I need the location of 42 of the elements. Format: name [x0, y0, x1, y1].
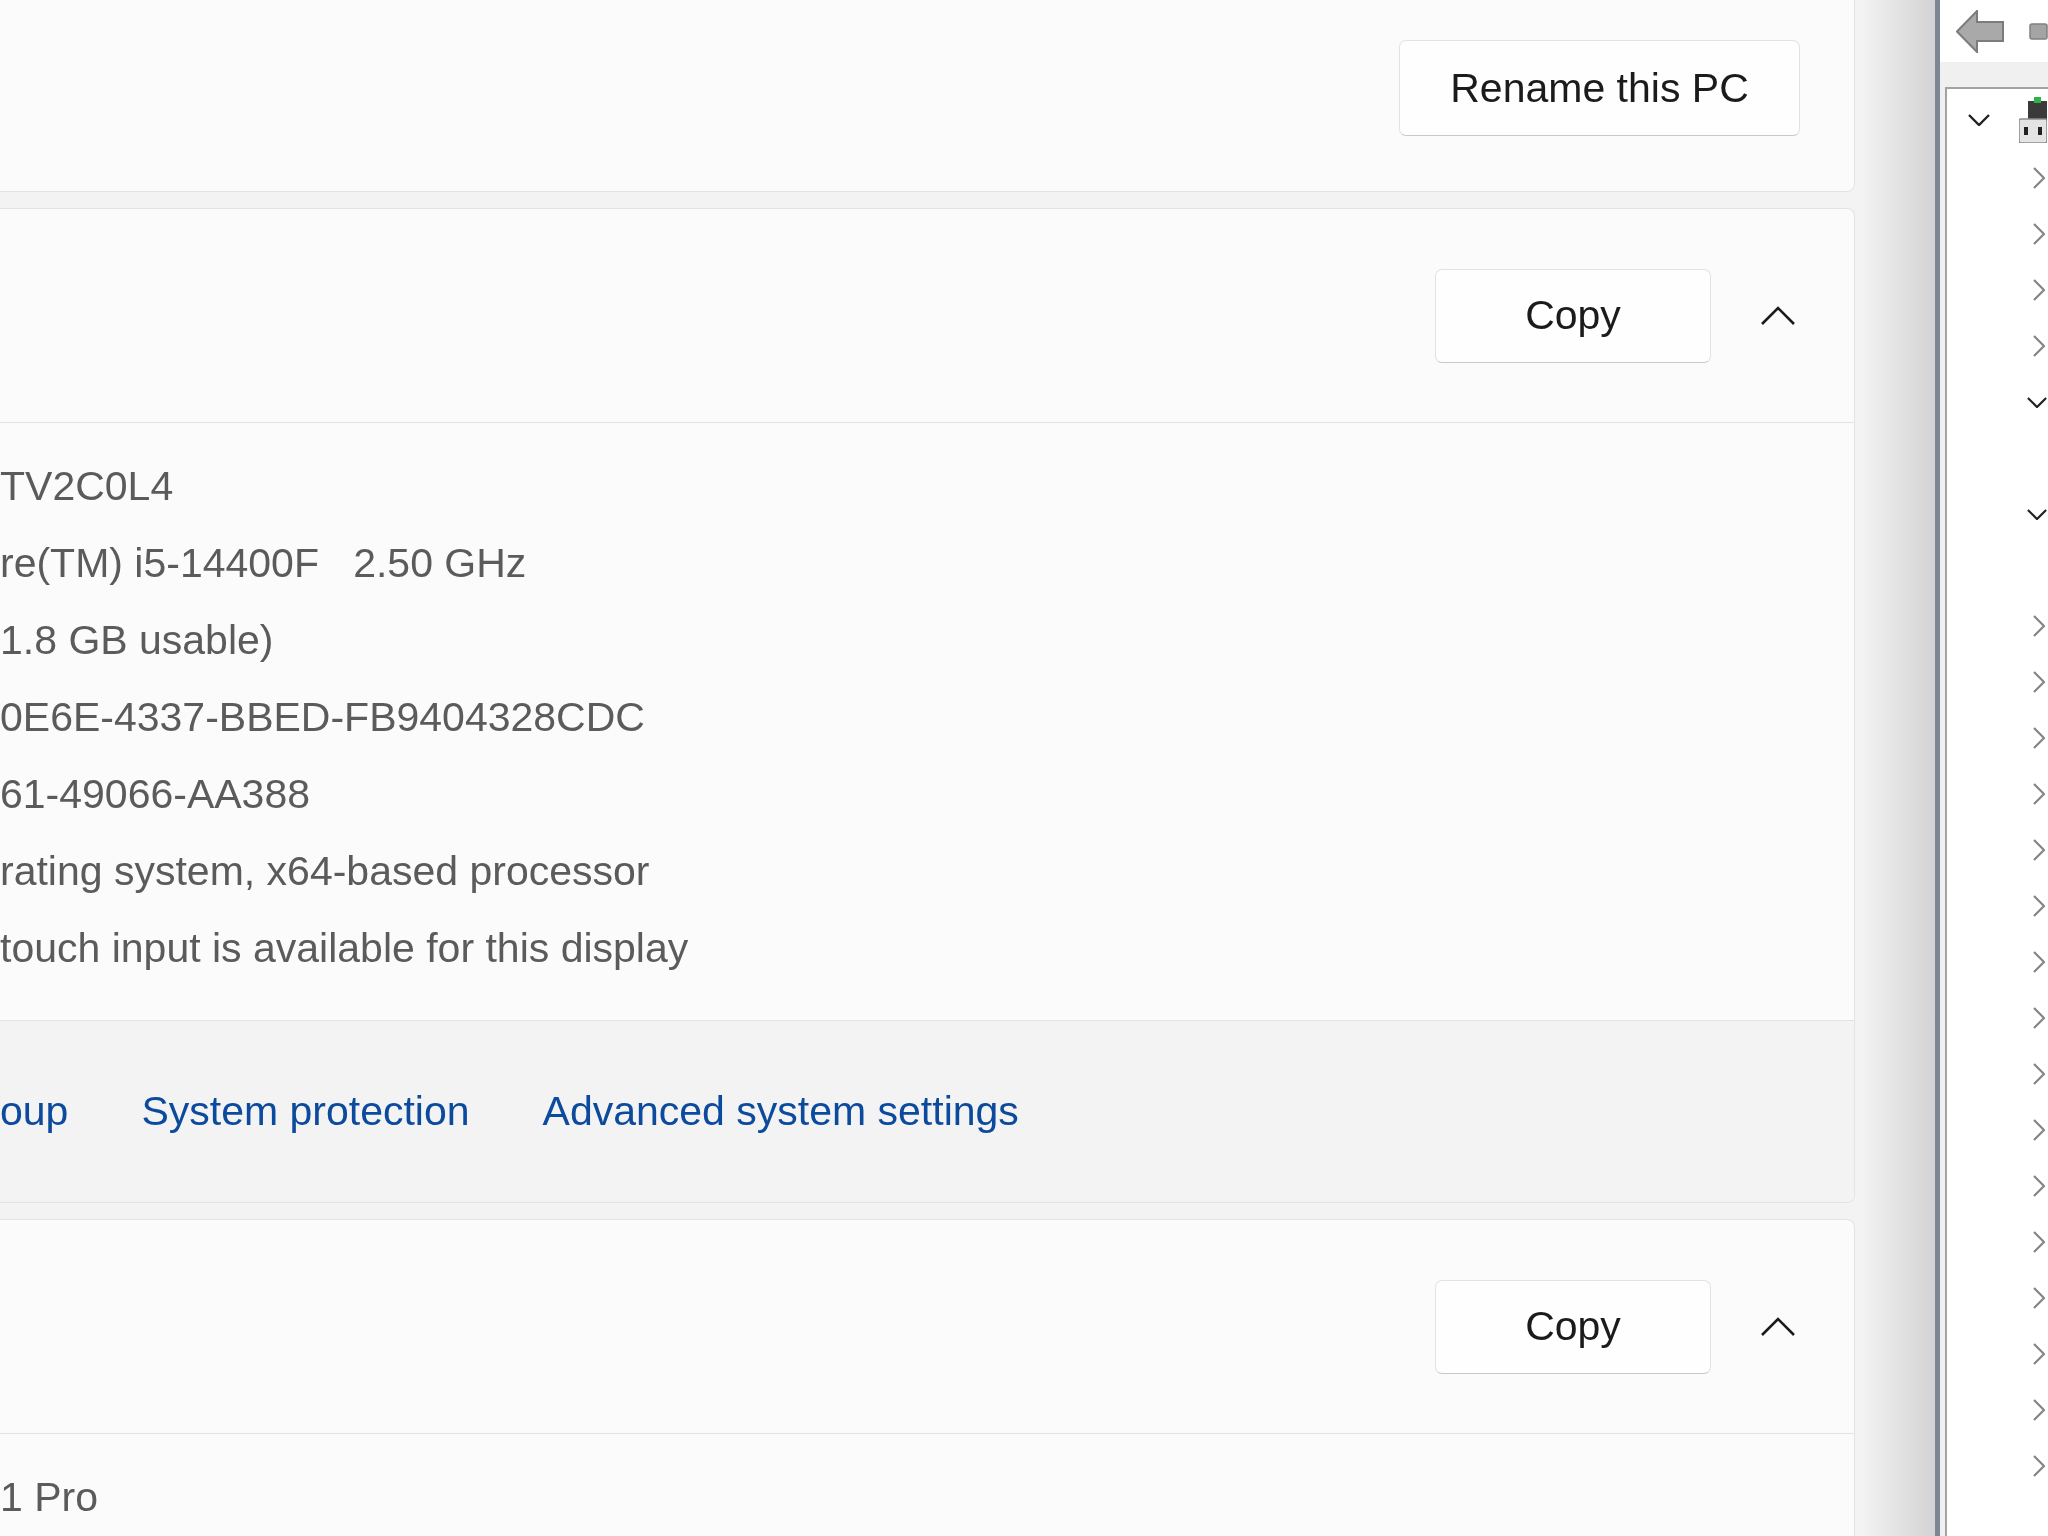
chevron-right-icon[interactable] — [2033, 1119, 2045, 1141]
chevron-right-icon[interactable] — [2033, 1343, 2045, 1365]
related-link[interactable]: Advanced system settings — [542, 1088, 1019, 1135]
copy-button[interactable]: Copy — [1435, 1279, 1711, 1374]
spec-value: 61-49066-AA388 — [0, 770, 311, 819]
spec-value: touch input is available for this display — [0, 924, 689, 973]
copy-button[interactable]: Copy — [1435, 268, 1711, 363]
chevron-right-icon[interactable] — [2033, 783, 2045, 805]
chevron-right-icon[interactable] — [2033, 1063, 2045, 1085]
chevron-right-icon[interactable] — [2033, 671, 2045, 693]
chevron-right-icon[interactable] — [2033, 839, 2045, 861]
chevron-right-icon[interactable] — [2033, 167, 2045, 189]
spec-value: 1.8 GB usable) — [0, 616, 274, 665]
spec-value: rating system, x64-based processor — [0, 847, 650, 896]
chevron-up-icon[interactable] — [1760, 1316, 1796, 1337]
back-arrow-icon[interactable] — [1956, 9, 2004, 53]
related-link[interactable]: oup — [0, 1088, 69, 1135]
chevron-up-icon[interactable] — [1760, 305, 1796, 326]
chevron-right-icon[interactable] — [2033, 1455, 2045, 1477]
chevron-right-icon[interactable] — [2033, 895, 2045, 917]
chevron-right-icon[interactable] — [2033, 1399, 2045, 1421]
chevron-down-icon[interactable] — [2027, 508, 2047, 520]
chevron-right-icon[interactable] — [2033, 1175, 2045, 1197]
computer-icon — [2019, 97, 2047, 143]
panel-icon[interactable] — [2029, 22, 2048, 40]
chevron-right-icon[interactable] — [2033, 615, 2045, 637]
spec-value: 0E6E-4337-BBED-FB9404328CDC — [0, 693, 645, 742]
rename-button[interactable]: Rename this PC — [1399, 40, 1800, 136]
chevron-down-icon[interactable] — [2027, 396, 2047, 408]
chevron-right-icon[interactable] — [2033, 279, 2045, 301]
chevron-right-icon[interactable] — [2033, 727, 2045, 749]
chevron-down-icon[interactable] — [1968, 114, 1990, 126]
chevron-right-icon[interactable] — [2033, 951, 2045, 973]
chevron-right-icon[interactable] — [2033, 335, 2045, 357]
spec-value: TV2C0L4 — [0, 462, 174, 511]
related-link[interactable]: System protection — [141, 1088, 470, 1135]
chevron-right-icon[interactable] — [2033, 1231, 2045, 1253]
chevron-right-icon[interactable] — [2033, 1007, 2045, 1029]
chevron-right-icon[interactable] — [2033, 1287, 2045, 1309]
chevron-right-icon[interactable] — [2033, 223, 2045, 245]
spec-value: 1 Pro — [0, 1473, 98, 1522]
spec-value: re(TM) i5-14400F 2.50 GHz — [0, 539, 527, 588]
